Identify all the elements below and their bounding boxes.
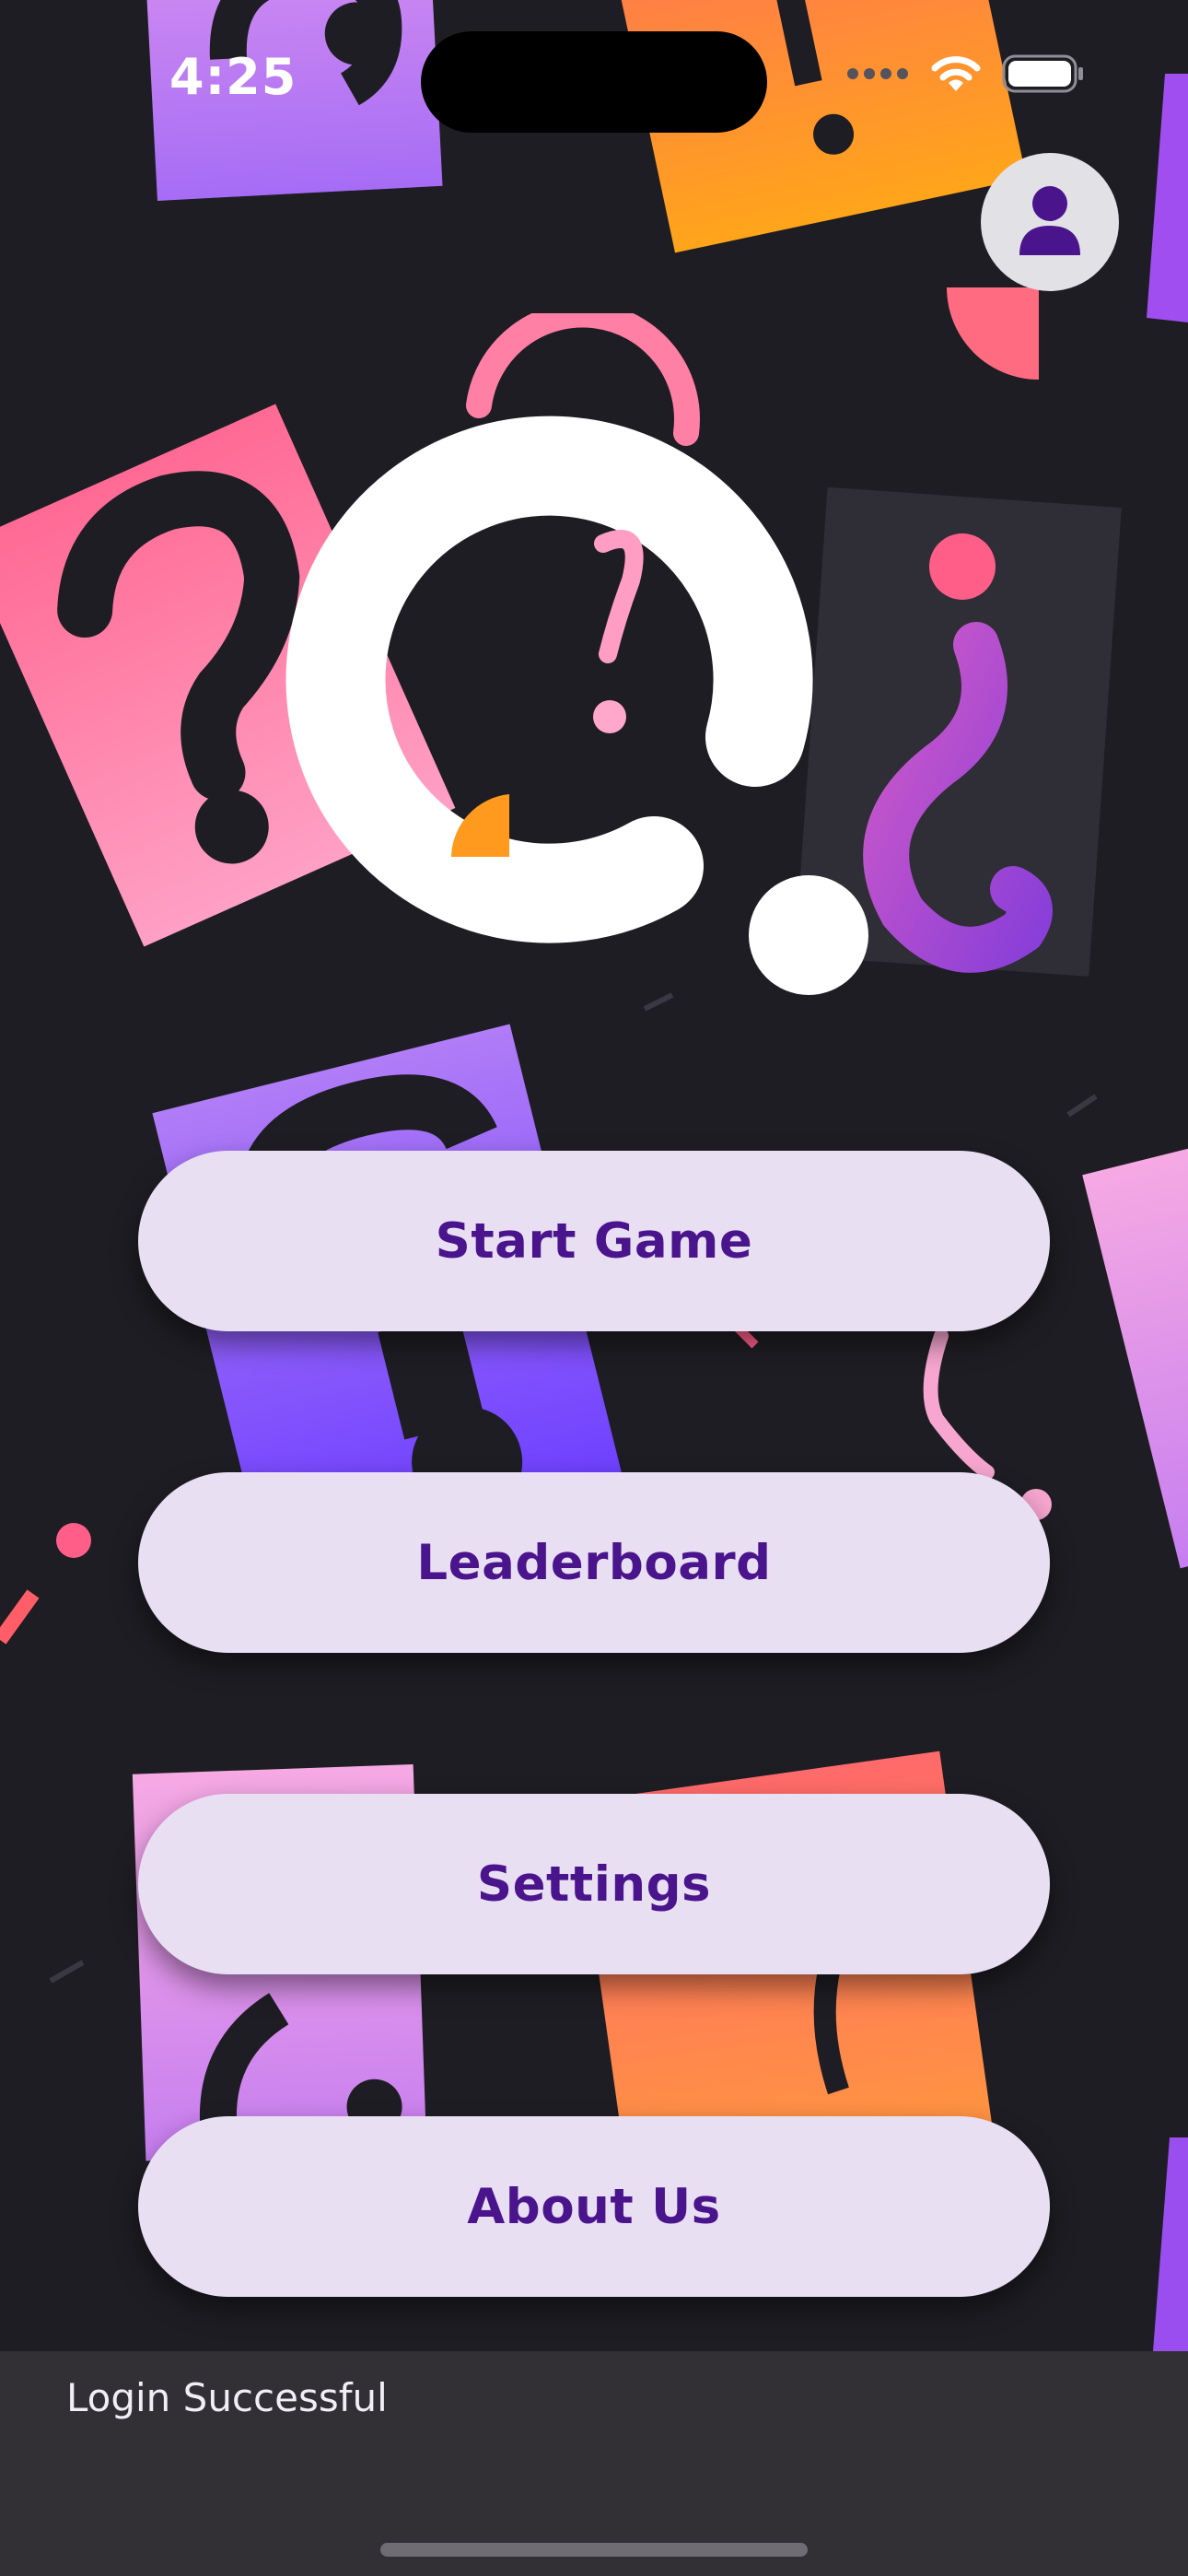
snackbar-message: Login Successful xyxy=(66,2375,388,2420)
quiz-logo-icon xyxy=(285,313,868,995)
leaderboard-button[interactable]: Leaderboard xyxy=(138,1472,1050,1653)
dynamic-island xyxy=(421,31,767,133)
profile-avatar-button[interactable] xyxy=(981,153,1119,291)
start-game-button[interactable]: Start Game xyxy=(138,1151,1050,1331)
about-us-button[interactable]: About Us xyxy=(138,2116,1050,2297)
person-icon xyxy=(1018,185,1082,259)
wifi-icon xyxy=(930,54,982,97)
settings-button[interactable]: Settings xyxy=(138,1794,1050,1974)
app-screen: 4:25 Start Game Leaderboard Settings Abo… xyxy=(0,0,1188,2576)
status-bar-time: 4:25 xyxy=(169,48,297,106)
home-indicator[interactable] xyxy=(380,2543,808,2557)
cellular-signal-icon xyxy=(845,60,910,91)
status-bar-icons xyxy=(845,53,1085,98)
battery-icon xyxy=(1002,53,1085,98)
